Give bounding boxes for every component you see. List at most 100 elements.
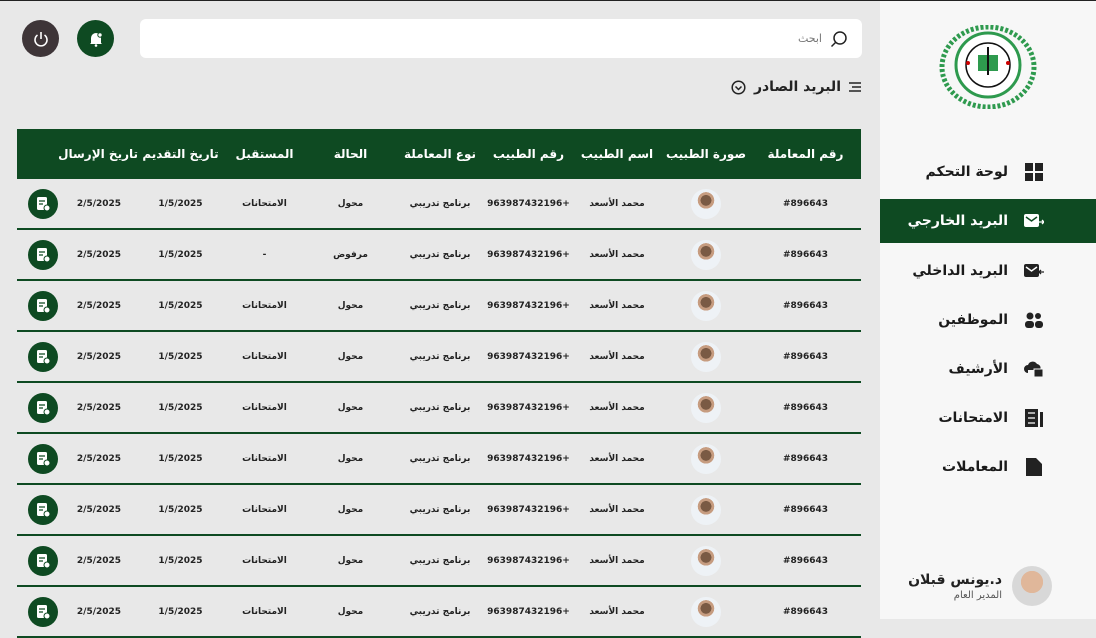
cell-submit-date: 1/5/2025 [158,606,203,617]
notifications-button[interactable] [77,20,114,57]
document-details-icon [37,553,50,568]
cell-doctor-photo [662,341,750,372]
sidebar-item-transactions[interactable]: المعاملات [880,445,1096,489]
cell-submit-date: 1/5/2025 [158,351,203,362]
doctor-avatar [691,290,721,321]
user-role: المدير العام [953,589,1002,601]
document-details-icon [37,451,50,466]
view-details-button[interactable] [28,341,58,372]
sidebar-item-internal-mail[interactable]: البريد الداخلي [880,249,1096,293]
sidebar-item-exams[interactable]: الامتحانات [880,396,1096,440]
cell-status: محول [337,351,364,362]
dashboard-icon [1024,162,1044,182]
cell-doctor-phone: +963987432196 [487,504,570,515]
cell-transaction-type: برنامج تدريبي [409,606,471,617]
cell-doctor-name: محمد الأسعد [589,555,645,566]
cell-doctor-photo [662,494,750,525]
user-name: د.يونس قبلان [908,571,1002,588]
sidebar-item-label: البريد الخارجي [907,213,1008,229]
sidebar-item-external-mail[interactable]: البريد الخارجي [880,199,1096,243]
syrian-board-logo [939,25,1037,109]
view-details-button[interactable] [28,290,58,321]
cell-transaction-id: #896643 [782,453,829,464]
column-header: اسم الطبيب [580,147,654,161]
column-header: نوع المعاملة [404,147,476,161]
cell-action [17,290,60,321]
cell-transaction-id: #896643 [782,555,829,566]
view-details-button[interactable] [28,188,58,219]
cell-action [17,341,60,372]
doctor-avatar [691,596,721,627]
cell-transaction-type: برنامج تدريبي [409,402,471,413]
view-details-button[interactable] [28,545,58,576]
cell-transaction-type: برنامج تدريبي [409,504,471,515]
sidebar-item-employees[interactable]: الموظفين [880,298,1096,342]
power-icon [33,31,48,47]
menu-icon [849,82,861,92]
view-details-button[interactable] [28,392,58,423]
sidebar-item-label: المعاملات [942,459,1008,475]
cell-doctor-phone: +963987432196 [487,198,570,209]
bell-icon [89,31,103,47]
cell-doctor-name: محمد الأسعد [589,606,645,617]
cell-status: محول [337,504,364,515]
table-row[interactable]: #896643 محمد الأسعد +963987432196 برنامج تد… [17,587,861,638]
cell-send-date: 2/5/2025 [76,351,122,362]
view-details-button[interactable] [28,494,58,525]
table-row[interactable]: #896643 محمد الأسعد +963987432196 برنامج تد… [17,536,861,587]
file-icon [1024,457,1044,477]
search-bar[interactable] [140,19,862,58]
document-details-icon [37,349,50,364]
table-row[interactable]: #896643 محمد الأسعد +963987432196 برنامج تد… [17,434,861,485]
sidebar: لوحة التحكم البريد الخارجي البريد الداخل… [880,1,1096,619]
column-header: تاريخ التقديم [142,147,219,161]
cell-submit-date: 1/5/2025 [158,198,203,209]
cell-transaction-id: #896643 [782,504,829,515]
outgoing-mail-table: رقم المعاملة صورة الطبيب اسم الطبيب رقم الط… [17,129,861,638]
sidebar-item-dashboard[interactable]: لوحة التحكم [880,150,1096,194]
column-header: الحالة [333,147,368,161]
cell-transaction-id: #896643 [782,351,829,362]
doctor-avatar [691,392,721,423]
cell-send-date: 2/5/2025 [76,606,122,617]
logout-button[interactable] [22,20,59,57]
cell-doctor-photo [662,239,750,270]
view-details-button[interactable] [28,443,58,474]
table-row[interactable]: #896643 محمد الأسعد +963987432196 برنامج تد… [17,281,861,332]
sidebar-item-archive[interactable]: الأرشيف [880,347,1096,391]
cell-doctor-name: محمد الأسعد [589,453,645,464]
cell-doctor-photo [662,545,750,576]
cell-receiver: الامتحانات [242,198,287,209]
table-row[interactable]: #896643 محمد الأسعد +963987432196 برنامج تد… [17,230,861,281]
cell-doctor-name: محمد الأسعد [589,504,645,515]
search-input[interactable] [222,32,822,45]
cell-action [17,494,60,525]
cell-receiver: - [262,249,267,260]
cell-action [17,392,60,423]
cell-transaction-id: #896643 [782,198,829,209]
user-profile[interactable]: د.يونس قبلان المدير العام [908,566,1052,606]
cell-action [17,443,60,474]
cell-receiver: الامتحانات [242,555,287,566]
table-row[interactable]: #896643 محمد الأسعد +963987432196 برنامج تد… [17,485,861,536]
cell-status: محول [337,300,364,311]
table-row[interactable]: #896643 محمد الأسعد +963987432196 برنامج تد… [17,179,861,230]
column-header: المستقبل [235,147,294,161]
cell-receiver: الامتحانات [242,504,287,515]
view-details-button[interactable] [28,596,58,627]
doctor-avatar [691,188,721,219]
cell-doctor-name: محمد الأسعد [589,198,645,209]
cell-receiver: الامتحانات [242,300,287,311]
page-title-dropdown[interactable]: البريد الصادر [731,79,861,95]
sidebar-item-label: الموظفين [938,312,1008,328]
cell-doctor-name: محمد الأسعد [589,351,645,362]
table-row[interactable]: #896643 محمد الأسعد +963987432196 برنامج تد… [17,332,861,383]
sidebar-item-label: الامتحانات [938,410,1008,426]
view-details-button[interactable] [28,239,58,270]
cell-doctor-phone: +963987432196 [487,555,570,566]
column-header: صورة الطبيب [665,147,747,161]
table-header: رقم المعاملة صورة الطبيب اسم الطبيب رقم الط… [17,129,861,179]
table-row[interactable]: #896643 محمد الأسعد +963987432196 برنامج تد… [17,383,861,434]
mail-in-icon [1024,261,1044,281]
cell-doctor-photo [662,596,750,627]
